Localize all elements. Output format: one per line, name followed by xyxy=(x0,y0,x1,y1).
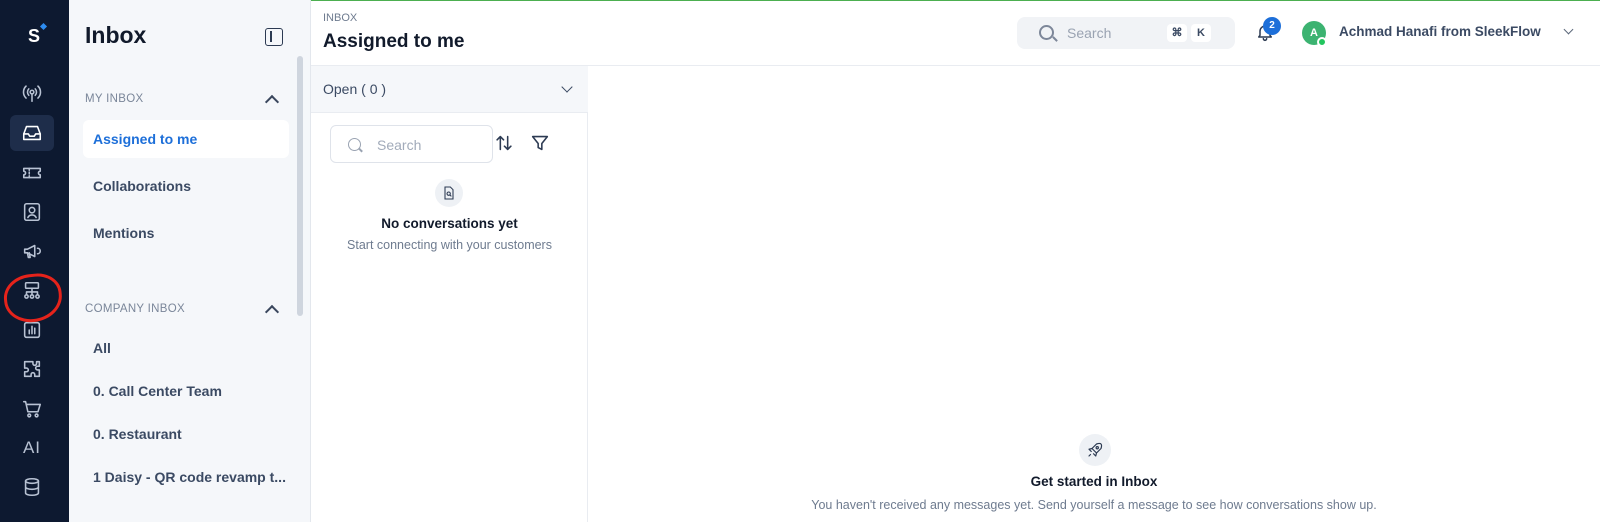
page-title: Assigned to me xyxy=(323,31,465,52)
sleekflow-logo[interactable]: S xyxy=(20,22,48,50)
company-inbox-heading: COMPANY INBOX xyxy=(85,303,185,315)
sort-icon xyxy=(496,135,512,151)
sidebar-item-assigned-to-me[interactable]: Assigned to me xyxy=(83,120,289,158)
chevron-up-icon[interactable] xyxy=(264,94,280,110)
avatar[interactable]: A xyxy=(1302,21,1327,47)
empty-state-title: No conversations yet xyxy=(381,216,518,231)
sidebar-item-collaborations[interactable]: Collaborations xyxy=(83,167,289,205)
inbox-sidebar: Inbox MY INBOX Assigned to me Collaborat… xyxy=(69,0,311,522)
conversation-pane: Get started in Inbox You haven't receive… xyxy=(588,66,1600,522)
sort-button[interactable] xyxy=(493,132,517,156)
chevron-up-icon[interactable] xyxy=(264,304,280,320)
collapse-sidebar-icon[interactable] xyxy=(265,28,283,46)
status-label: Open ( 0 ) xyxy=(323,81,387,97)
global-search-input[interactable]: Search ⌘ K xyxy=(1017,17,1235,49)
get-started-title: Get started in Inbox xyxy=(1030,474,1158,489)
document-search-icon xyxy=(435,179,463,207)
status-filter-dropdown[interactable]: Open ( 0 ) xyxy=(311,66,588,113)
my-inbox-heading: MY INBOX xyxy=(85,93,144,105)
rail-contacts[interactable] xyxy=(10,194,54,230)
rail-campaigns[interactable] xyxy=(10,233,54,269)
k-key: K xyxy=(1191,24,1211,42)
integrations-icon xyxy=(23,360,41,378)
filter-icon xyxy=(531,135,549,151)
rail-broadcast[interactable] xyxy=(10,75,54,111)
conversation-list: Open ( 0 ) Search No conversations yet S… xyxy=(311,66,588,522)
inbox-icon xyxy=(22,125,42,141)
rail-integrations[interactable] xyxy=(10,351,54,387)
notification-badge: 2 xyxy=(1263,17,1281,35)
broadcast-icon xyxy=(22,85,42,103)
sidebar-scrollbar[interactable] xyxy=(297,56,303,316)
search-placeholder: Search xyxy=(377,137,422,153)
contact-icon xyxy=(23,202,41,222)
sidebar-item-restaurant[interactable]: 0. Restaurant xyxy=(83,415,289,453)
page-header: INBOX Assigned to me Search ⌘ K 2 A Achm… xyxy=(311,0,1600,66)
chevron-down-icon[interactable] xyxy=(1563,24,1574,35)
commerce-icon xyxy=(22,400,42,418)
empty-state-subtitle: Start connecting with your customers xyxy=(347,238,552,252)
megaphone-icon xyxy=(23,244,41,259)
rail-inbox[interactable] xyxy=(10,115,54,151)
ticket-icon xyxy=(22,167,42,179)
get-started-subtitle: You haven't received any messages yet. S… xyxy=(811,498,1377,512)
sidebar-item-daisy-qr[interactable]: 1 Daisy - QR code revamp t... xyxy=(83,458,289,496)
search-icon xyxy=(1039,25,1054,40)
rocket-icon xyxy=(1079,434,1111,466)
sidebar-item-mentions[interactable]: Mentions xyxy=(83,214,289,252)
rail-commerce[interactable] xyxy=(10,391,54,427)
cmd-key: ⌘ xyxy=(1167,24,1187,42)
filter-button[interactable] xyxy=(529,132,553,156)
database-icon xyxy=(24,477,40,497)
search-placeholder: Search xyxy=(1067,25,1112,41)
ai-icon: AI xyxy=(22,438,42,457)
breadcrumb: INBOX xyxy=(323,12,358,24)
chevron-down-icon xyxy=(561,81,573,93)
rail-database[interactable] xyxy=(10,469,54,505)
analytics-icon xyxy=(23,321,41,339)
sidebar-title: Inbox xyxy=(85,22,147,48)
sidebar-item-all[interactable]: All xyxy=(83,329,289,367)
rail-ai[interactable]: AI xyxy=(10,430,54,466)
search-icon xyxy=(348,138,361,151)
app-rail: S AI xyxy=(0,0,69,522)
rail-tickets[interactable] xyxy=(10,155,54,191)
user-name[interactable]: Achmad Hanafi from SleekFlow xyxy=(1339,24,1541,39)
conversation-search-input[interactable]: Search xyxy=(330,125,493,163)
sidebar-item-call-center-team[interactable]: 0. Call Center Team xyxy=(83,372,289,410)
online-status-dot xyxy=(1317,37,1327,47)
